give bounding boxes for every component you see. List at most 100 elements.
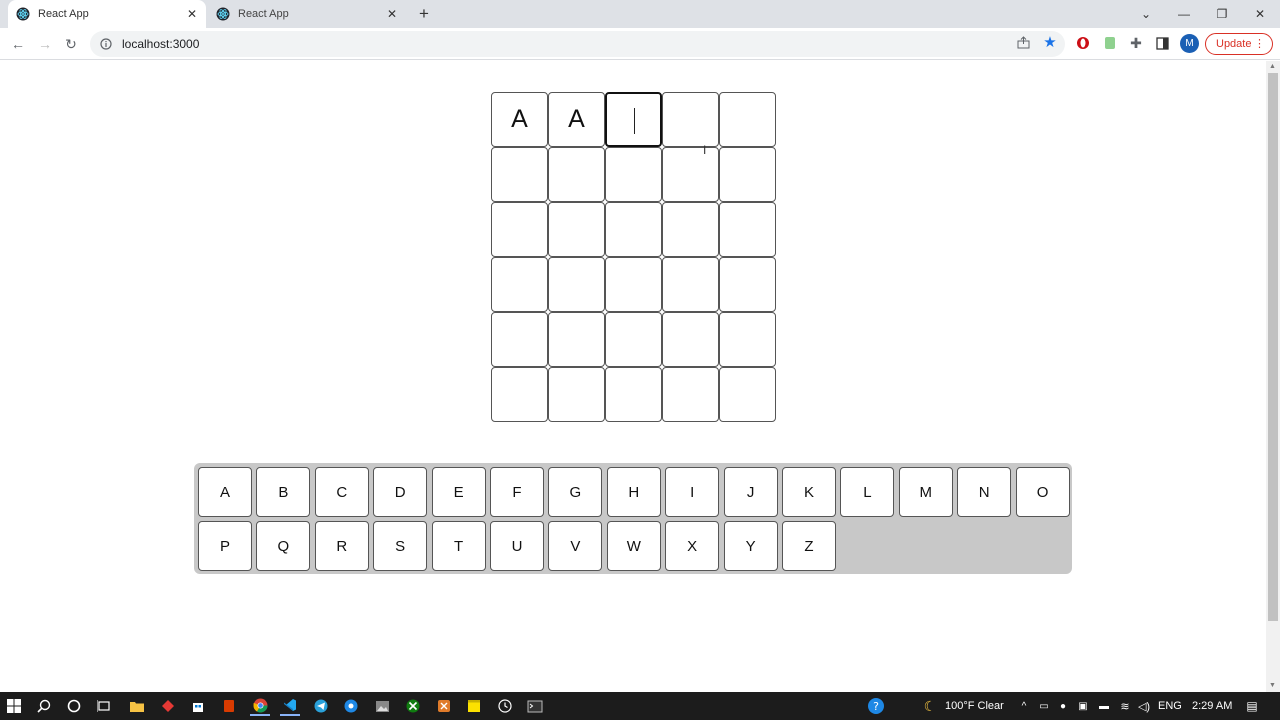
scroll-down-icon[interactable]: ▼ [1269, 682, 1277, 690]
show-hidden-icons-chevron[interactable]: ^ [1014, 696, 1034, 716]
profile-avatar[interactable]: M [1180, 34, 1199, 53]
info-icon[interactable] [98, 36, 114, 52]
board-cell[interactable] [605, 92, 662, 147]
terminal-icon[interactable] [525, 696, 545, 716]
board-cell[interactable] [662, 257, 719, 312]
help-icon[interactable]: ? [866, 696, 886, 716]
search-icon[interactable] [34, 696, 54, 716]
board-cell[interactable] [662, 312, 719, 367]
chrome-icon[interactable] [250, 696, 270, 716]
key-m[interactable]: M [898, 467, 953, 517]
key-y[interactable]: Y [723, 521, 778, 571]
key-k[interactable]: K [782, 467, 836, 517]
key-h[interactable]: H [606, 467, 661, 517]
tab-react-app-1[interactable]: React App ✕ [8, 0, 206, 28]
board-cell[interactable] [662, 367, 719, 422]
board-cell[interactable] [548, 202, 605, 257]
board-cell[interactable] [491, 367, 548, 422]
volume-icon[interactable]: ◁) [1134, 696, 1154, 716]
photos-icon[interactable] [372, 696, 392, 716]
close-tab-icon[interactable]: ✕ [184, 6, 200, 22]
board-cell[interactable] [719, 367, 776, 422]
board-cell[interactable] [719, 147, 776, 202]
telegram-icon[interactable] [311, 696, 331, 716]
scrollbar-thumb[interactable] [1268, 73, 1278, 621]
board-cell[interactable] [548, 367, 605, 422]
key-x[interactable]: X [665, 521, 720, 571]
board-cell[interactable] [491, 257, 548, 312]
board-cell[interactable] [662, 202, 719, 257]
weather-text[interactable]: 100°F Clear [945, 700, 1004, 712]
key-u[interactable]: U [490, 521, 544, 571]
board-cell[interactable] [491, 312, 548, 367]
key-g[interactable]: G [548, 467, 603, 517]
key-o[interactable]: O [1015, 467, 1070, 517]
cortana-icon[interactable] [64, 696, 84, 716]
page-scrollbar[interactable]: ▲ ▼ [1266, 61, 1280, 692]
address-bar[interactable]: localhost:3000 [90, 31, 1065, 57]
back-arrow-icon[interactable]: ← [7, 33, 29, 55]
meet-now-icon[interactable]: ▭ [1034, 696, 1054, 716]
key-r[interactable]: R [314, 521, 369, 571]
key-q[interactable]: Q [256, 521, 311, 571]
notifications-icon[interactable]: ▤ [1242, 696, 1262, 716]
key-d[interactable]: D [373, 467, 428, 517]
windows-start-icon[interactable] [4, 696, 24, 716]
key-b[interactable]: B [256, 467, 311, 517]
battery-icon[interactable]: ▬ [1094, 696, 1114, 716]
key-a[interactable]: A [198, 467, 252, 517]
task-view-icon[interactable] [94, 696, 114, 716]
language-indicator[interactable]: ENG [1158, 700, 1182, 712]
opera-extension-icon[interactable] [1074, 34, 1092, 52]
board-cell[interactable] [719, 202, 776, 257]
key-i[interactable]: I [665, 467, 720, 517]
microphone-icon[interactable]: ● [1053, 696, 1073, 716]
board-cell[interactable] [548, 312, 605, 367]
wifi-icon[interactable]: ≋ [1115, 696, 1135, 716]
side-panel-icon[interactable] [1153, 34, 1171, 52]
board-cell[interactable] [548, 257, 605, 312]
reload-icon[interactable]: ↻ [60, 33, 82, 55]
restore-icon[interactable]: ❐ [1203, 0, 1241, 28]
file-explorer-icon[interactable] [127, 696, 147, 716]
clock-time[interactable]: 2:29 AM [1192, 700, 1232, 712]
key-w[interactable]: W [606, 521, 661, 571]
key-l[interactable]: L [840, 467, 895, 517]
app-red-icon[interactable] [158, 696, 178, 716]
board-cell[interactable] [491, 147, 548, 202]
clock-app-icon[interactable] [495, 696, 515, 716]
board-cell[interactable] [719, 312, 776, 367]
vscode-icon[interactable] [280, 696, 300, 716]
key-v[interactable]: V [548, 521, 603, 571]
minimize-icon[interactable]: — [1165, 0, 1203, 28]
key-s[interactable]: S [373, 521, 428, 571]
security-icon[interactable]: ▣ [1073, 696, 1093, 716]
key-n[interactable]: N [957, 467, 1012, 517]
board-cell[interactable] [605, 147, 662, 202]
app-orange-icon[interactable] [434, 696, 454, 716]
key-f[interactable]: F [490, 467, 544, 517]
board-cell[interactable] [719, 92, 776, 147]
key-p[interactable]: P [198, 521, 252, 571]
key-e[interactable]: E [431, 467, 486, 517]
extensions-puzzle-icon[interactable]: ✚ [1127, 34, 1145, 52]
close-window-icon[interactable]: ✕ [1241, 0, 1279, 28]
board-cell[interactable]: A [548, 92, 605, 147]
tab-react-app-2[interactable]: React App ✕ [208, 0, 406, 28]
board-cell[interactable] [605, 367, 662, 422]
new-tab-button[interactable]: + [414, 4, 434, 24]
store-icon[interactable] [188, 696, 208, 716]
board-cell[interactable] [605, 312, 662, 367]
scroll-up-icon[interactable]: ▲ [1269, 63, 1277, 71]
board-cell[interactable] [548, 147, 605, 202]
board-cell[interactable] [662, 147, 719, 202]
key-t[interactable]: T [431, 521, 486, 571]
sticky-notes-icon[interactable] [464, 696, 484, 716]
bookmark-star-icon[interactable]: ★ [1040, 32, 1060, 52]
close-tab-icon[interactable]: ✕ [384, 6, 400, 22]
green-extension-icon[interactable] [1101, 34, 1119, 52]
board-cell[interactable] [605, 257, 662, 312]
board-cell[interactable] [491, 202, 548, 257]
board-cell[interactable] [662, 92, 719, 147]
board-cell[interactable]: A [491, 92, 548, 147]
